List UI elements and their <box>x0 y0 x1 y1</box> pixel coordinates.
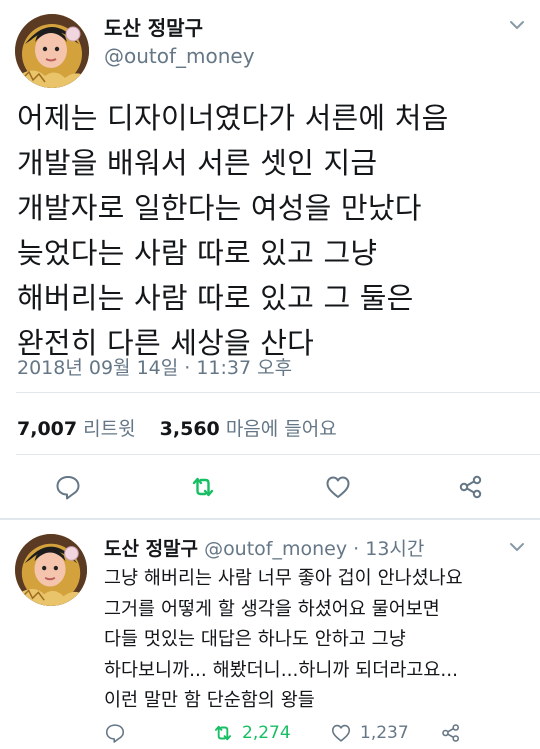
author-handle[interactable]: @outof_money <box>204 538 347 560</box>
retweet-label[interactable]: 리트윗 <box>83 418 135 440</box>
tweet-text-line: 개발자로 일한다는 여성을 만났다 <box>17 191 422 225</box>
tweet-text-line: 해버리는 사람 따로 있고 그 둘은 <box>17 281 414 315</box>
tweet-text-line: 어제는 디자이너였다가 서른에 처음 <box>17 101 449 135</box>
like-icon[interactable] <box>324 473 352 501</box>
reply-time[interactable]: · 13시간 <box>353 538 424 560</box>
share-icon <box>442 724 460 742</box>
retweet-count: 2,274 <box>242 723 291 743</box>
like-count[interactable]: 3,560 <box>160 418 220 440</box>
tweet-timestamp[interactable]: 2018년 09월 14일 · 11:37 오후 <box>17 353 292 380</box>
tweet-text-line: 늦었다는 사람 따로 있고 그냥 <box>17 236 378 270</box>
reply-text: 그냥 해버리는 사람 너무 좋아 겁이 안나셨나요 그거를 어떻게 할 생각을 … <box>104 564 534 717</box>
like-button[interactable]: 1,237 <box>330 722 409 744</box>
reply-text-line: 하다보니까... 해봤더니...하니까 되더라고요... <box>104 659 459 681</box>
reply-header: 도산 정말구 @outof_money · 13시간 <box>104 534 424 561</box>
reply-button[interactable] <box>104 722 134 744</box>
share-button[interactable] <box>440 722 470 744</box>
retweet-icon <box>214 725 232 741</box>
like-icon <box>331 724 351 742</box>
tweet-stats: 7,007 리트윗 3,560 마음에 들어요 <box>17 414 337 441</box>
reply-text-line: 그냥 해버리는 사람 너무 좋아 겁이 안나셨나요 <box>104 568 463 589</box>
tweet-text-line: 개발을 배워서 서른 셋인 지금 <box>17 146 378 180</box>
author-name[interactable]: 도산 정말구 <box>104 538 198 560</box>
retweet-button[interactable]: 2,274 <box>212 722 291 744</box>
divider <box>16 392 540 393</box>
tweet-text: 어제는 디자이너였다가 서른에 처음 개발을 배워서 서른 셋인 지금 개발자로… <box>17 96 532 366</box>
chevron-down-icon[interactable] <box>508 538 526 556</box>
retweet-count[interactable]: 7,007 <box>17 418 77 440</box>
reply-icon[interactable] <box>54 473 82 501</box>
reply-text-line: 그거를 어떻게 할 생각을 하셨어요 물어보면 <box>104 598 440 620</box>
reply-text-line: 다들 멋있는 대답은 하나도 안하고 그냥 <box>104 629 406 650</box>
share-icon[interactable] <box>457 473 485 501</box>
like-label[interactable]: 마음에 들어요 <box>226 418 337 440</box>
like-count: 1,237 <box>360 723 409 743</box>
divider <box>0 518 540 520</box>
avatar[interactable] <box>15 534 87 606</box>
retweet-icon[interactable] <box>189 473 217 501</box>
reply-icon <box>105 724 125 743</box>
divider <box>16 454 540 455</box>
chevron-down-icon[interactable] <box>508 16 526 34</box>
author-handle[interactable]: @outof_money <box>104 44 255 68</box>
reply-text-line: 이런 말만 함 단순함의 왕들 <box>104 690 315 711</box>
reply-actions: 2,274 1,237 <box>0 722 540 748</box>
avatar[interactable] <box>15 14 89 88</box>
author-name[interactable]: 도산 정말구 <box>104 12 203 41</box>
